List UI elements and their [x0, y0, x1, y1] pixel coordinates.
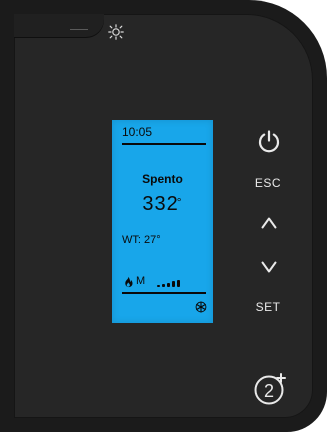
lcd-divider-top	[122, 143, 206, 145]
lcd-mode-letter: M	[136, 275, 146, 287]
power-icon	[256, 130, 282, 157]
esc-label: ESC	[254, 176, 282, 190]
lcd-display: 10:05 Spento 332° WT: 27° M	[112, 120, 213, 323]
chevron-up-icon	[257, 217, 281, 239]
2plus-icon: 2	[251, 373, 289, 411]
lcd-temperature-unit: °	[176, 195, 183, 209]
power-bar	[157, 285, 160, 287]
control-panel: 10:05 Spento 332° WT: 27° M ESC SET 2	[0, 0, 327, 432]
power-bar	[162, 284, 165, 287]
power-button[interactable]	[256, 128, 282, 154]
power-bar	[167, 283, 170, 287]
lcd-divider-bottom	[122, 292, 206, 294]
set-button[interactable]: SET	[250, 298, 286, 316]
snowflake-icon	[195, 300, 207, 313]
lcd-water-temperature: WT: 27°	[122, 234, 161, 246]
lcd-time: 10:05	[122, 125, 153, 139]
top-tab-slot	[14, 14, 104, 38]
chevron-down-icon	[257, 261, 281, 281]
flame-icon	[122, 275, 134, 288]
device-photo: 10:05 Spento 332° WT: 27° M ESC SET 2	[0, 0, 327, 432]
svg-text:2: 2	[264, 381, 274, 401]
esc-button[interactable]: ESC	[250, 174, 286, 192]
down-button[interactable]	[257, 254, 281, 278]
lcd-status: Spento	[142, 172, 183, 186]
power-bar	[177, 280, 180, 287]
lcd-temperature-value: 332	[142, 193, 179, 215]
sun-icon	[108, 24, 124, 40]
set-label: SET	[255, 300, 281, 314]
top-tab-mark	[70, 29, 88, 30]
lcd-temperature: 332°	[112, 194, 213, 214]
up-button[interactable]	[257, 212, 281, 236]
two-plus-button[interactable]: 2	[251, 370, 289, 408]
power-bar	[172, 281, 175, 287]
lcd-power-bars	[157, 279, 195, 287]
